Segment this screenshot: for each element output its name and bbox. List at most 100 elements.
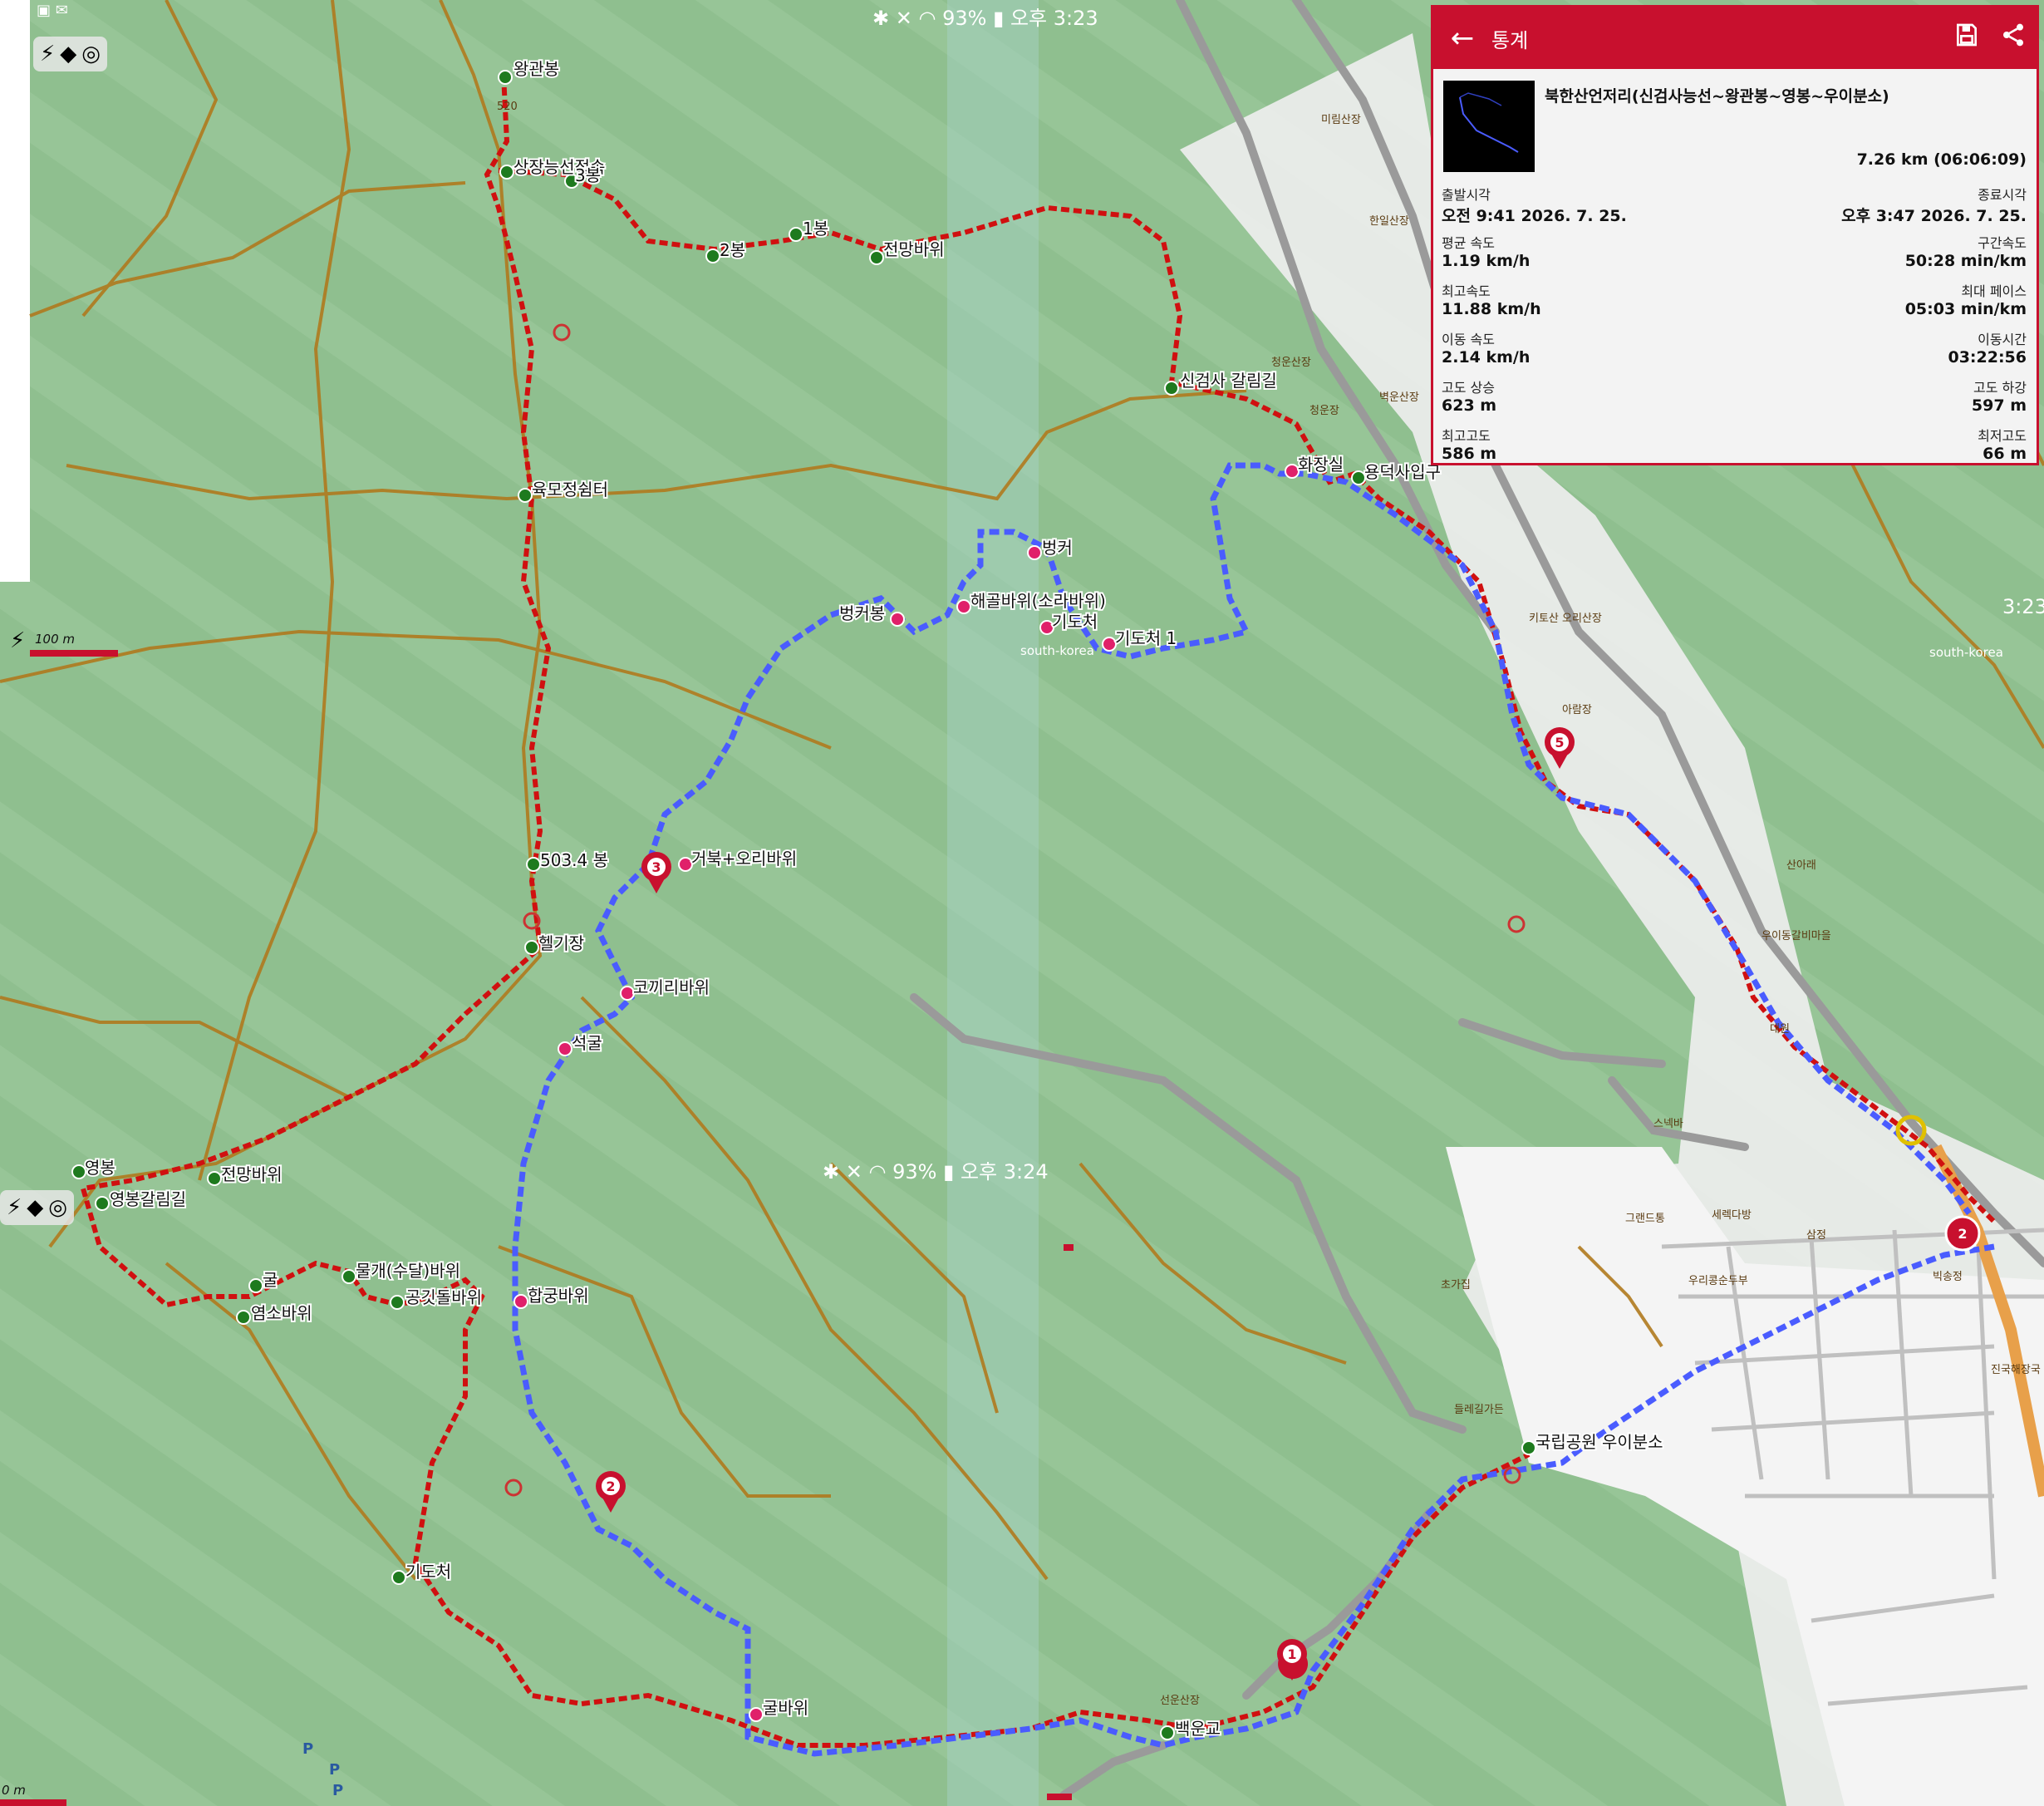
wp-label: 백운교	[1175, 1719, 1221, 1739]
place-label: 들레길가든	[1454, 1404, 1504, 1416]
place-label: 키토산 오리산장	[1529, 613, 1602, 625]
stat-value: 05:03 min/km	[1904, 300, 2027, 318]
wp-label: 왕관봉	[513, 59, 559, 79]
stat-value: 오후 3:47 2026. 7. 25.	[1841, 207, 2027, 225]
scale-label-2: 0 m	[2, 1783, 26, 1798]
battery-icon: ▮	[993, 7, 1005, 30]
record-icon[interactable]: ◎	[48, 1195, 67, 1220]
wp-label: 합궁바위	[528, 1286, 589, 1306]
stat-value: 586 m	[1442, 445, 1497, 463]
place-label: 아람장	[1562, 704, 1592, 716]
wp-label: 신검사 갈림길	[1180, 371, 1277, 391]
track-name: 북한산언저리(신검사능선~왕관봉~영봉~우이분소)	[1545, 87, 1889, 106]
place-label: 우이동갈비마을	[1761, 930, 1831, 942]
svg-text:P: P	[332, 1782, 343, 1799]
wp-label: 석굴	[572, 1033, 602, 1053]
svg-text:2: 2	[1958, 1226, 1967, 1242]
tracking-icon[interactable]: ⚡	[7, 1195, 22, 1220]
stat-label: 이동시간	[1978, 332, 2027, 347]
stat-row: 평균 속도 1.19 km/h 구간속도 50:28 min/km	[1442, 232, 2027, 280]
stat-value: 597 m	[1971, 396, 2027, 415]
tracking-icon[interactable]: ⚡	[40, 42, 55, 66]
stat-label: 종료시각	[1978, 187, 2027, 203]
hillshade-band	[947, 0, 1039, 1806]
region-label: south-korea	[1020, 643, 1094, 658]
wp-label: 영봉갈림길	[110, 1189, 186, 1209]
stat-value: 66 m	[1983, 445, 2027, 463]
stat-label: 최고속도	[1442, 283, 1491, 299]
status-side-time: 3:23	[2002, 595, 2044, 618]
svg-text:P: P	[302, 1740, 313, 1758]
back-button[interactable]: ←	[1433, 22, 1491, 55]
stat-value: 오전 9:41 2026. 7. 25.	[1442, 207, 1627, 225]
svg-text:3: 3	[651, 859, 661, 875]
wp-label: 공깃돌바위	[405, 1287, 482, 1307]
tracking-icon[interactable]: ⚡	[10, 628, 25, 653]
battery-text: 93%	[892, 1160, 937, 1183]
stat-label: 고도 상승	[1442, 380, 1495, 396]
place-label: 미림산장	[1321, 114, 1361, 126]
map-toolbar[interactable]: ⚡ ◆ ◎	[33, 37, 107, 71]
wp-label: 기도처 1	[1115, 628, 1177, 648]
place-label: 대원	[1770, 1023, 1790, 1036]
scale-bar	[30, 650, 118, 657]
svg-text:2: 2	[606, 1479, 615, 1494]
navigation-icon[interactable]: ◆	[60, 42, 76, 66]
stat-label: 최대 페이스	[1961, 283, 2027, 299]
map-toolbar-2[interactable]: ⚡ ◆ ◎	[0, 1190, 74, 1225]
place-label: 스넥바	[1653, 1118, 1683, 1130]
share-icon	[2003, 23, 2023, 47]
stat-label: 이동 속도	[1442, 332, 1495, 347]
mute-icon: ✕	[895, 7, 912, 30]
place-label: 선운산장	[1160, 1695, 1200, 1707]
place-label: 청운산장	[1271, 357, 1311, 369]
svg-text:P: P	[329, 1761, 340, 1779]
status-bar-top: ✱ ✕ ◠ 93% ▮ 오후 3:23	[872, 2, 1098, 31]
place-label: 삼정	[1806, 1229, 1826, 1242]
scale-label: 100 m	[35, 632, 76, 647]
route-marker: 2	[1944, 1215, 1981, 1252]
save-icon	[1957, 23, 1977, 47]
statistics-panel: ← 통계 북한산언저리(신검사능선~왕관봉~영봉~우이분소) 7.26 km (…	[1431, 5, 2039, 465]
wp-label: 굴바위	[763, 1698, 808, 1718]
share-button[interactable]	[1990, 22, 2037, 55]
place-label: 산아래	[1786, 859, 1816, 872]
wp-label: 헬기장	[538, 933, 584, 953]
left-white-strip	[0, 0, 30, 582]
bottom-marker	[1047, 1794, 1072, 1800]
wp-label: 벙커봉	[839, 603, 885, 623]
battery-icon: ▮	[943, 1160, 955, 1183]
wp-label: 화장실	[1298, 455, 1344, 475]
stat-label: 출발시각	[1442, 187, 1491, 203]
stat-value: 11.88 km/h	[1442, 300, 1541, 318]
stat-label: 최고고도	[1442, 428, 1491, 444]
navigation-icon[interactable]: ◆	[27, 1195, 43, 1220]
stat-value: 03:22:56	[1948, 348, 2027, 367]
bluetooth-icon: ✱	[823, 1160, 840, 1183]
stat-row: 고도 상승 623 m 고도 하강 597 m	[1442, 376, 2027, 425]
stat-row: 이동 속도 2.14 km/h 이동시간 03:22:56	[1442, 328, 2027, 376]
stat-label: 구간속도	[1978, 235, 2027, 251]
svg-text:1: 1	[1287, 1646, 1296, 1662]
record-icon[interactable]: ◎	[81, 42, 101, 66]
place-label: 진국해장국	[1991, 1364, 2041, 1376]
stat-row: 출발시각 오전 9:41 2026. 7. 25. 종료시각 오후 3:47 2…	[1442, 184, 2027, 232]
stat-value: 2.14 km/h	[1442, 348, 1531, 367]
battery-text: 93%	[942, 7, 987, 30]
place-label: 빅송정	[1933, 1271, 1963, 1283]
wifi-icon: ◠	[918, 7, 936, 30]
place-label: 세렉다방	[1712, 1209, 1752, 1222]
track-thumbnail	[1443, 81, 1535, 172]
mute-icon: ✕	[845, 1160, 862, 1183]
place-label: 벽운산장	[1379, 391, 1419, 404]
image-icon: ▣	[37, 2, 52, 19]
save-button[interactable]	[1943, 22, 1990, 55]
wp-label: 코끼리바위	[633, 977, 710, 997]
panel-header: ← 통계	[1433, 7, 2037, 69]
place-label: 초가집	[1441, 1279, 1471, 1292]
stat-row: 최고속도 11.88 km/h 최대 페이스 05:03 min/km	[1442, 280, 2027, 328]
wp-label: 해골바위(소라바위)	[970, 591, 1106, 611]
small-marker	[1064, 1244, 1074, 1251]
place-label: 우리콩순두부	[1688, 1275, 1748, 1287]
stat-value: 50:28 min/km	[1904, 252, 2027, 270]
